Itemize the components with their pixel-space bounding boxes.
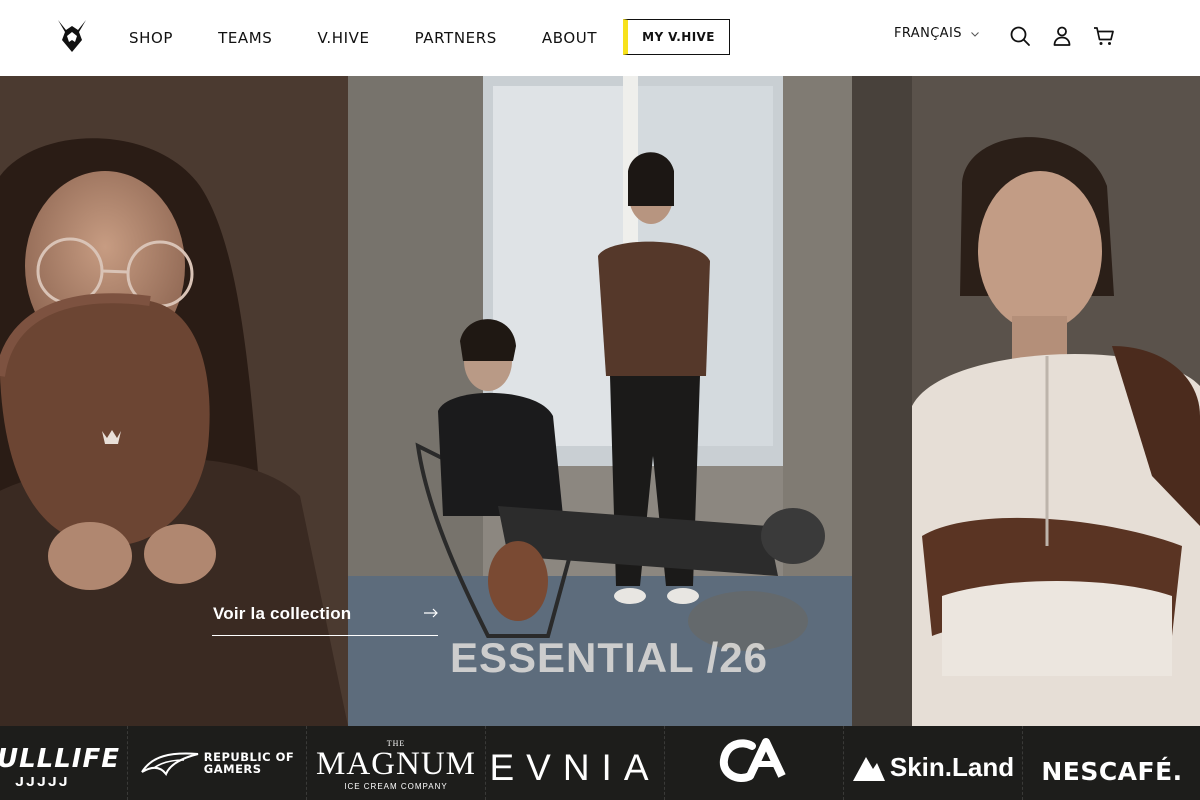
chevron-down-icon (971, 31, 979, 37)
mountain-icon (852, 757, 885, 781)
nav-teams[interactable]: TEAMS (218, 29, 272, 47)
hero-photo-right (852, 76, 1200, 726)
arrow-right-icon (424, 608, 438, 618)
nav-vhive[interactable]: V.HIVE (317, 29, 369, 47)
partner-magnum-tagline: ICE CREAM COMPANY (344, 781, 448, 791)
view-collection-label: Voir la collection (213, 604, 352, 623)
partner-logo-fulllife[interactable]: ULLLIFE ᒍᒍᒍᒍᒍ (0, 726, 127, 800)
partner-logo-credit-agricole[interactable]: CA (664, 726, 843, 800)
partner-nescafe-wordmark: NESCAFÉ. (1041, 756, 1183, 786)
partners-strip: ULLLIFE ᒍᒍᒍᒍᒍ REPUBLIC OF GAMERS THE MAG… (0, 726, 1200, 800)
photo-man-in-track-jacket (852, 76, 1200, 726)
partner-logo-evnia[interactable]: EVNIA (485, 726, 664, 800)
ca-logo-icon (719, 738, 786, 782)
rog-eye-icon (140, 752, 199, 776)
partner-magnum-wordmark: MAGNUM (315, 745, 476, 782)
partner-skinland-wordmark: Skin.Land (889, 751, 1015, 782)
partner-logo-magnum[interactable]: THE MAGNUM ICE CREAM COMPANY (306, 726, 485, 800)
main-nav: SHOP TEAMS V.HIVE PARTNERS ABOUT (129, 0, 642, 76)
language-selector[interactable]: FRANÇAIS (894, 26, 980, 41)
partner-logo-nescafe[interactable]: NESCAFÉ. (1022, 726, 1200, 800)
partner-fulllife-wordmark: ULLLIFE (0, 744, 120, 774)
partner-logo-skinland[interactable]: Skin.Land (843, 726, 1022, 800)
cart-icon[interactable] (1092, 24, 1116, 48)
view-collection-link[interactable]: Voir la collection (212, 590, 438, 636)
search-icon[interactable] (1008, 24, 1032, 48)
partner-logo-rog[interactable]: REPUBLIC OF GAMERS (127, 726, 306, 800)
site-header: SHOP TEAMS V.HIVE PARTNERS ABOUT MY V.HI… (0, 0, 1200, 76)
account-icon[interactable] (1050, 24, 1074, 48)
partner-evnia-wordmark: EVNIA (489, 747, 661, 788)
nav-partners[interactable]: PARTNERS (415, 29, 497, 47)
hero-banner: Voir la collection ESSENTIAL /26 (0, 76, 1200, 726)
partner-rog-line2: GAMERS (203, 762, 262, 776)
my-vhive-button[interactable]: MY V.HIVE (623, 19, 730, 55)
nav-about[interactable]: ABOUT (542, 29, 597, 47)
collection-title: ESSENTIAL /26 (450, 634, 768, 681)
language-label: FRANÇAIS (894, 26, 962, 41)
partner-fulllife-glyphs: ᒍᒍᒍᒍᒍ (14, 775, 70, 789)
team-logo-icon[interactable] (56, 18, 88, 54)
nav-shop[interactable]: SHOP (129, 29, 173, 47)
